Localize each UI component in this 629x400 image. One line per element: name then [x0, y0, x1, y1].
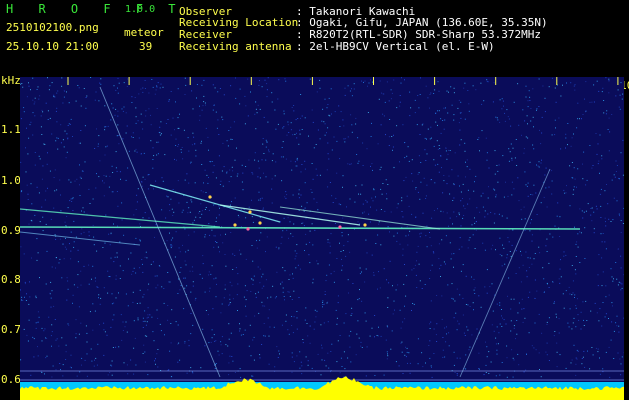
date-time: 25.10.10 21:00 [6, 40, 99, 53]
meteor-count: 39 [139, 40, 153, 53]
antenna-value: : 2el-HB9CV Vertical (el. E-W) [296, 40, 495, 53]
meteor-echo [233, 223, 237, 227]
y-tick-label: 1.1 [1, 123, 21, 136]
header-panel: H R O F F T 1.0.0 2510102100.png 25.10.1… [0, 0, 629, 76]
meteor-echo [248, 210, 252, 214]
app-version: 1.0.0 [125, 4, 156, 15]
meteor-echo [208, 195, 212, 199]
meteor-echo [338, 225, 342, 229]
y-tick-label: 0.7 [1, 323, 21, 336]
y-tick-label: 1.0 [1, 174, 21, 187]
meteor-echo [246, 227, 250, 231]
antenna-label: Receiving antenna [179, 40, 292, 53]
app-name: H R O F F T [6, 2, 185, 16]
y-tick-label: 0.8 [1, 273, 21, 286]
spectrogram-background [20, 77, 624, 400]
y-tick-label: 0.9 [1, 224, 21, 237]
y-unit-label: kHz [1, 74, 21, 87]
meteor-label: meteor [124, 26, 164, 39]
file-name: 2510102100.png [6, 21, 99, 34]
meteor-echo [258, 221, 262, 225]
y-tick-label: 0.6 [1, 373, 21, 386]
spectrogram-canvas [20, 77, 624, 400]
meteor-echo [363, 223, 367, 227]
